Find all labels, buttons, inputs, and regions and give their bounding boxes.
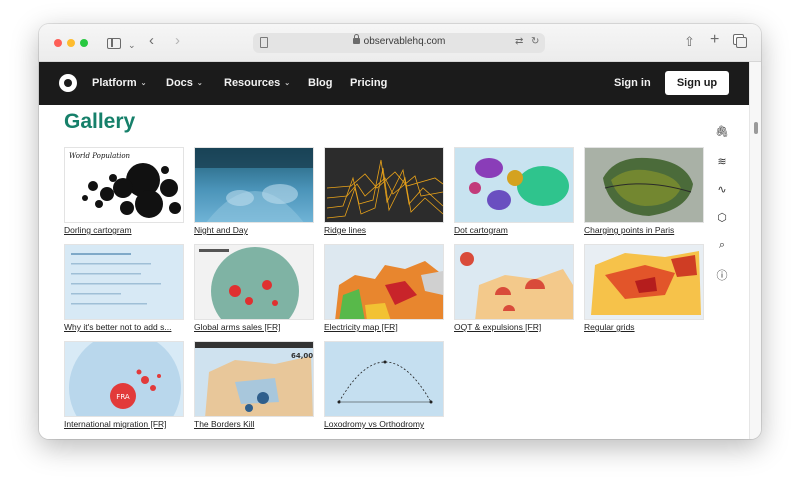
dot-cartogram-thumbnail xyxy=(469,158,569,210)
zoom-window-button[interactable] xyxy=(80,39,88,47)
address-bar[interactable]: observablehq.com ⇄ ↻ xyxy=(253,33,545,53)
gallery-title-link[interactable]: Dorling cartogram xyxy=(64,225,188,235)
sidebar-toggle-icon[interactable] xyxy=(107,38,121,49)
regular-grids-thumbnail xyxy=(591,251,701,315)
thumb-text: 64,000 xyxy=(291,352,314,360)
thumbnail xyxy=(584,244,704,320)
tab-group-chevron-icon[interactable]: ⌄ xyxy=(128,37,136,53)
nav-resources-label: Resources xyxy=(224,77,281,89)
url-text: observablehq.com xyxy=(363,36,446,47)
close-window-button[interactable] xyxy=(54,39,62,47)
nav-platform[interactable]: Platform ⌄ xyxy=(92,77,147,89)
thumb-text: World Population xyxy=(69,152,131,160)
chevron-down-icon: ⌄ xyxy=(196,80,203,87)
charging-points-thumbnail xyxy=(603,157,693,216)
new-tab-icon[interactable]: + xyxy=(710,32,719,48)
thumbnail: FRA xyxy=(64,341,184,417)
main-content: Gallery World Population Dorling cartogr… xyxy=(39,105,749,439)
share-icon[interactable]: ⇧ xyxy=(684,34,695,50)
tab-overview-icon[interactable] xyxy=(736,37,747,48)
observable-logo-icon[interactable] xyxy=(59,74,77,92)
cube-icon[interactable]: ⬡ xyxy=(715,211,729,224)
loxodromy-thumbnail xyxy=(337,360,433,404)
thumbnail: World Population xyxy=(64,147,184,223)
gallery-title-link[interactable]: Charging points in Paris xyxy=(584,225,708,235)
database-icon[interactable]: ≋ xyxy=(715,155,729,168)
thumbnail xyxy=(454,147,574,223)
thumbnail xyxy=(454,244,574,320)
scrollbar-thumb[interactable] xyxy=(754,122,758,134)
thumb-text: FRA xyxy=(116,393,130,401)
page-scrollbar[interactable] xyxy=(749,62,761,439)
migration-thumbnail: FRA xyxy=(69,342,181,416)
dorling-thumbnail: World Population xyxy=(69,152,181,218)
sign-in-link[interactable]: Sign in xyxy=(614,77,651,89)
paperclip-icon[interactable]: 🖇 xyxy=(715,125,729,138)
thumbnail xyxy=(584,147,704,223)
nav-pricing[interactable]: Pricing xyxy=(350,77,387,89)
nav-docs-label: Docs xyxy=(166,77,193,89)
help-icon[interactable]: ⓘ xyxy=(715,267,729,283)
browser-window: ⌄ ‹ › observablehq.com ⇄ ↻ ⇧ + Platform ⌄… xyxy=(39,24,761,439)
thumbnail xyxy=(194,244,314,320)
back-icon[interactable]: ‹ xyxy=(149,33,154,49)
nav-resources[interactable]: Resources ⌄ xyxy=(224,77,290,89)
thumbnail: 64,000 xyxy=(194,341,314,417)
chevron-down-icon: ⌄ xyxy=(284,80,291,87)
arms-sales-thumbnail xyxy=(199,247,299,319)
translate-icon[interactable]: ⇄ xyxy=(515,36,523,47)
thumbnail xyxy=(64,244,184,320)
sign-up-button[interactable]: Sign up xyxy=(665,71,729,95)
gallery-title-link[interactable]: Ridge lines xyxy=(324,225,448,235)
why-better-thumbnail xyxy=(71,253,161,305)
thumbnail xyxy=(194,147,314,223)
gallery-title-link[interactable]: Dot cartogram xyxy=(454,225,578,235)
browser-toolbar: ⌄ ‹ › observablehq.com ⇄ ↻ ⇧ + xyxy=(39,24,761,62)
nav-blog[interactable]: Blog xyxy=(308,77,332,89)
address-text-wrap: observablehq.com xyxy=(253,34,545,47)
lock-icon xyxy=(352,34,360,44)
site-nav: Platform ⌄ Docs ⌄ Resources ⌄ Blog Pricing … xyxy=(39,62,749,105)
search-icon[interactable]: ⌕ xyxy=(715,239,729,252)
ridge-lines-thumbnail xyxy=(326,159,443,219)
thumbnail xyxy=(324,341,444,417)
path-icon[interactable]: ∿ xyxy=(715,183,729,196)
gallery-title-link[interactable]: Night and Day xyxy=(194,225,318,235)
gallery-title-link[interactable]: Loxodromy vs Orthodromy xyxy=(324,419,448,429)
gallery-title-link[interactable]: OQT & expulsions [FR] xyxy=(454,322,578,332)
night-day-thumbnail xyxy=(195,148,313,222)
oqt-thumbnail xyxy=(460,252,573,319)
gallery-title-link[interactable]: Why it's better not to add s... xyxy=(64,322,188,332)
minimize-window-button[interactable] xyxy=(67,39,75,47)
thumbnail xyxy=(324,147,444,223)
gallery-title-link[interactable]: Global arms sales [FR] xyxy=(194,322,318,332)
gallery-title-link[interactable]: The Borders Kill xyxy=(194,419,318,429)
nav-platform-label: Platform xyxy=(92,77,137,89)
gallery-title-link[interactable]: Electricity map [FR] xyxy=(324,322,448,332)
chevron-down-icon: ⌄ xyxy=(140,80,147,87)
gallery-title-link[interactable]: Regular grids xyxy=(584,322,708,332)
gallery-title-link[interactable]: International migration [FR] xyxy=(64,419,188,429)
forward-icon[interactable]: › xyxy=(175,33,180,49)
electricity-map-thumbnail xyxy=(335,261,443,319)
page-title: Gallery xyxy=(64,110,136,133)
reload-icon[interactable]: ↻ xyxy=(531,36,539,47)
nav-docs[interactable]: Docs ⌄ xyxy=(166,77,203,89)
thumbnail xyxy=(324,244,444,320)
borders-kill-thumbnail: 64,000 xyxy=(195,342,314,416)
